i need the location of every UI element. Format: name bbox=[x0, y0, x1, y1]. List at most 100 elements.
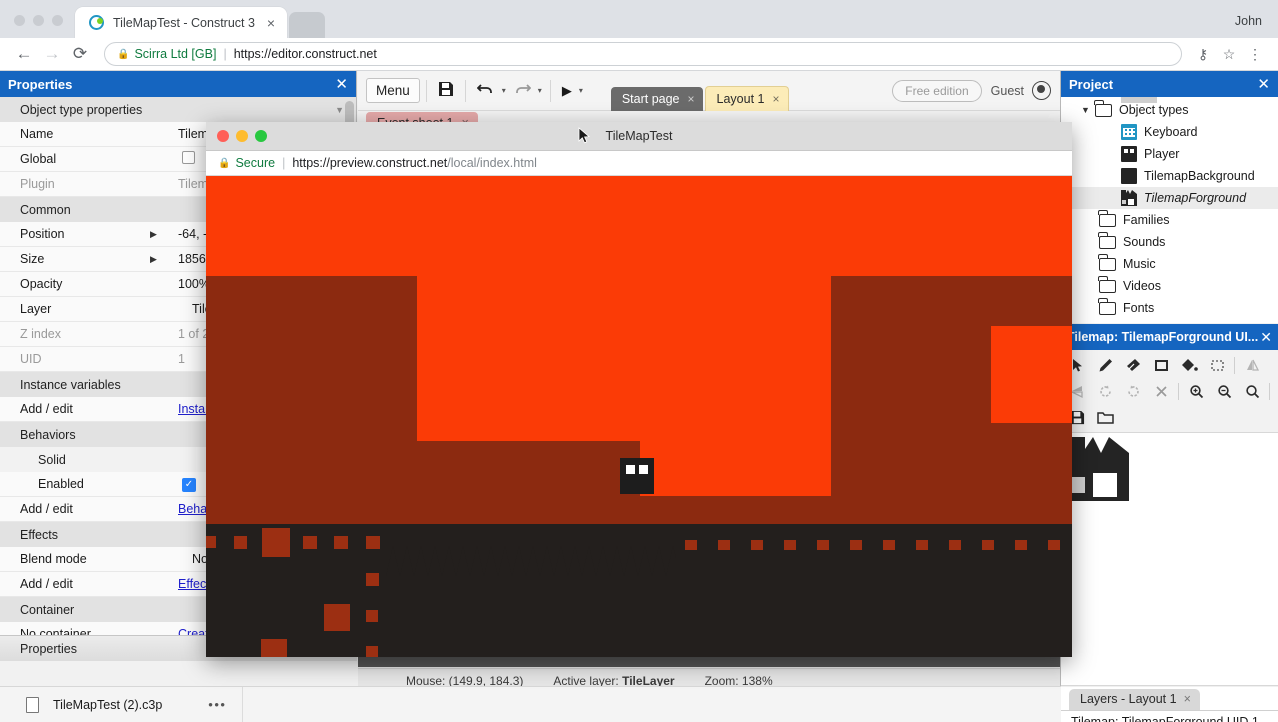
zoom-window-dot[interactable] bbox=[52, 15, 63, 26]
rectangle-icon[interactable] bbox=[1147, 353, 1175, 377]
close-icon[interactable]: × bbox=[773, 92, 780, 106]
undo-caret-icon[interactable]: ▾ bbox=[500, 86, 508, 95]
behavior-label: Solid bbox=[20, 453, 66, 467]
minimize-window-dot[interactable] bbox=[33, 15, 44, 26]
tilemap-tile-picker[interactable] bbox=[1061, 433, 1278, 685]
reload-icon[interactable]: ⟳ bbox=[66, 41, 94, 67]
expand-icon[interactable]: ▶ bbox=[150, 229, 157, 240]
close-icon[interactable]: ✕ bbox=[1257, 75, 1270, 93]
panel-title-text: Project bbox=[1069, 77, 1113, 92]
play-icon[interactable]: ▶ bbox=[557, 83, 577, 99]
preview-window[interactable]: TileMapTest 🔒 Secure | https://preview.c… bbox=[206, 122, 1072, 657]
tree-item-fonts[interactable]: Fonts bbox=[1061, 297, 1278, 319]
site-identity-label: Scirra Ltd [GB] bbox=[134, 47, 216, 61]
tree-item-label: Fonts bbox=[1123, 301, 1154, 315]
chevron-down-icon[interactable]: ▼ bbox=[1081, 105, 1095, 115]
password-key-icon[interactable]: ⚷ bbox=[1190, 46, 1216, 63]
chrome-menu-icon[interactable]: ⋮ bbox=[1242, 46, 1268, 63]
enabled-checkbox[interactable]: ✓ bbox=[182, 478, 196, 492]
tree-item-keyboard[interactable]: Keyboard bbox=[1061, 121, 1278, 143]
tab-layers-layout-1[interactable]: Layers - Layout 1 × bbox=[1069, 689, 1200, 710]
property-group-object-type[interactable]: Object type properties ▼ bbox=[0, 97, 356, 122]
tree-item-label: TilemapBackground bbox=[1144, 169, 1255, 183]
save-icon[interactable] bbox=[433, 81, 459, 101]
browser-tab[interactable]: TileMapTest - Construct 3 × bbox=[75, 7, 287, 38]
tab-label: Layers - Layout 1 bbox=[1080, 692, 1177, 706]
overflow-menu-icon[interactable]: ••• bbox=[208, 697, 226, 712]
close-window-dot[interactable] bbox=[14, 15, 25, 26]
new-tab-area[interactable] bbox=[289, 12, 325, 38]
preview-address-bar[interactable]: 🔒 Secure | https://preview.construct.net… bbox=[206, 151, 1072, 176]
close-icon[interactable]: × bbox=[263, 16, 279, 30]
close-icon[interactable]: × bbox=[1184, 692, 1191, 706]
redo-caret-icon[interactable]: ▾ bbox=[536, 86, 544, 95]
project-file-chip[interactable]: TileMapTest (2).c3p ••• bbox=[0, 687, 243, 722]
rotate-cw-icon bbox=[1119, 379, 1147, 403]
expand-icon[interactable]: ▶ bbox=[150, 254, 157, 265]
preview-window-title: TileMapTest bbox=[206, 129, 1072, 143]
global-checkbox[interactable] bbox=[182, 151, 195, 164]
url-text: https://editor.construct.net bbox=[234, 47, 377, 61]
window-controls[interactable] bbox=[0, 15, 75, 38]
avatar[interactable] bbox=[1032, 81, 1051, 100]
menu-button[interactable]: Menu bbox=[366, 78, 420, 103]
tab-layout-1[interactable]: Layout 1 × bbox=[705, 86, 789, 111]
play-caret-icon[interactable]: ▾ bbox=[577, 86, 585, 95]
layers-panel: Layers - Layout 1 × Tilemap: TilemapForg… bbox=[1060, 687, 1278, 722]
forward-icon: → bbox=[38, 41, 66, 67]
preview-title-bar[interactable]: TileMapTest bbox=[206, 122, 1072, 151]
eraser-icon[interactable] bbox=[1119, 353, 1147, 377]
zoom-in-icon[interactable] bbox=[1182, 379, 1210, 403]
layers-selected-item[interactable]: Tilemap: TilemapForground UID 1 bbox=[1061, 710, 1278, 722]
tree-item-music[interactable]: Music bbox=[1061, 253, 1278, 275]
tree-item-sounds[interactable]: Sounds bbox=[1061, 231, 1278, 253]
fill-icon[interactable] bbox=[1175, 353, 1203, 377]
close-icon[interactable]: × bbox=[688, 92, 695, 106]
account-label: Guest bbox=[991, 84, 1024, 98]
tree-item-object-types[interactable]: ▼ Object types bbox=[1061, 99, 1278, 121]
screenshot-root: TileMapTest - Construct 3 × John ← → ⟳ 🔒… bbox=[0, 0, 1278, 722]
close-icon[interactable]: ✕ bbox=[1260, 329, 1272, 346]
browser-tab-title: TileMapTest - Construct 3 bbox=[113, 16, 263, 30]
undo-icon[interactable] bbox=[472, 82, 500, 100]
close-icon[interactable]: ✕ bbox=[335, 75, 348, 93]
tree-item-tilemapforground[interactable]: TilemapForground bbox=[1061, 187, 1278, 209]
zoom-out-icon[interactable] bbox=[1210, 379, 1238, 403]
terrain-block-left-lower bbox=[206, 441, 640, 536]
tree-item-families[interactable]: Families bbox=[1061, 209, 1278, 231]
property-label: Global bbox=[0, 152, 170, 166]
project-panel: Project ✕ ▼ Object types Keyboard Player bbox=[1060, 71, 1278, 323]
marquee-icon[interactable] bbox=[1203, 353, 1231, 377]
tile-accent bbox=[206, 536, 216, 548]
address-bar[interactable]: 🔒 Scirra Ltd [GB] | https://editor.const… bbox=[104, 42, 1182, 66]
tree-item-videos[interactable]: Videos bbox=[1061, 275, 1278, 297]
pencil-icon[interactable] bbox=[1091, 353, 1119, 377]
tab-start-page[interactable]: Start page × bbox=[611, 87, 703, 111]
open-folder-icon[interactable] bbox=[1091, 405, 1119, 429]
property-label: Opacity bbox=[0, 277, 170, 291]
property-label: Plugin bbox=[0, 177, 170, 191]
profile-name[interactable]: John bbox=[1235, 14, 1278, 38]
bookmark-star-icon[interactable]: ☆ bbox=[1216, 46, 1242, 63]
omnibox-separator: | bbox=[223, 47, 226, 61]
ground-right-step bbox=[676, 524, 1072, 540]
back-icon[interactable]: ← bbox=[10, 41, 38, 67]
tileset-preview-sprite[interactable] bbox=[1065, 437, 1129, 501]
chevron-down-icon[interactable]: ▼ bbox=[335, 105, 344, 115]
edition-badge[interactable]: Free edition bbox=[892, 80, 981, 102]
project-scroll-indicator[interactable] bbox=[1121, 97, 1157, 103]
preview-url-path: /local/index.html bbox=[447, 156, 537, 170]
group-label: Common bbox=[20, 203, 71, 217]
property-label: Layer bbox=[0, 302, 170, 316]
file-icon bbox=[26, 697, 39, 713]
project-panel-header: Project ✕ bbox=[1061, 71, 1278, 97]
preview-secure-label: Secure bbox=[235, 156, 275, 170]
tree-item-player[interactable]: Player bbox=[1061, 143, 1278, 165]
game-stage[interactable] bbox=[206, 176, 1072, 657]
tree-item-tilemapbackground[interactable]: TilemapBackground bbox=[1061, 165, 1278, 187]
lock-icon: 🔒 bbox=[117, 49, 129, 60]
tree-item-label: Music bbox=[1123, 257, 1156, 271]
player-eye-right bbox=[639, 465, 648, 474]
zoom-reset-icon[interactable] bbox=[1238, 379, 1266, 403]
tilemap-fg-icon bbox=[1121, 190, 1137, 206]
